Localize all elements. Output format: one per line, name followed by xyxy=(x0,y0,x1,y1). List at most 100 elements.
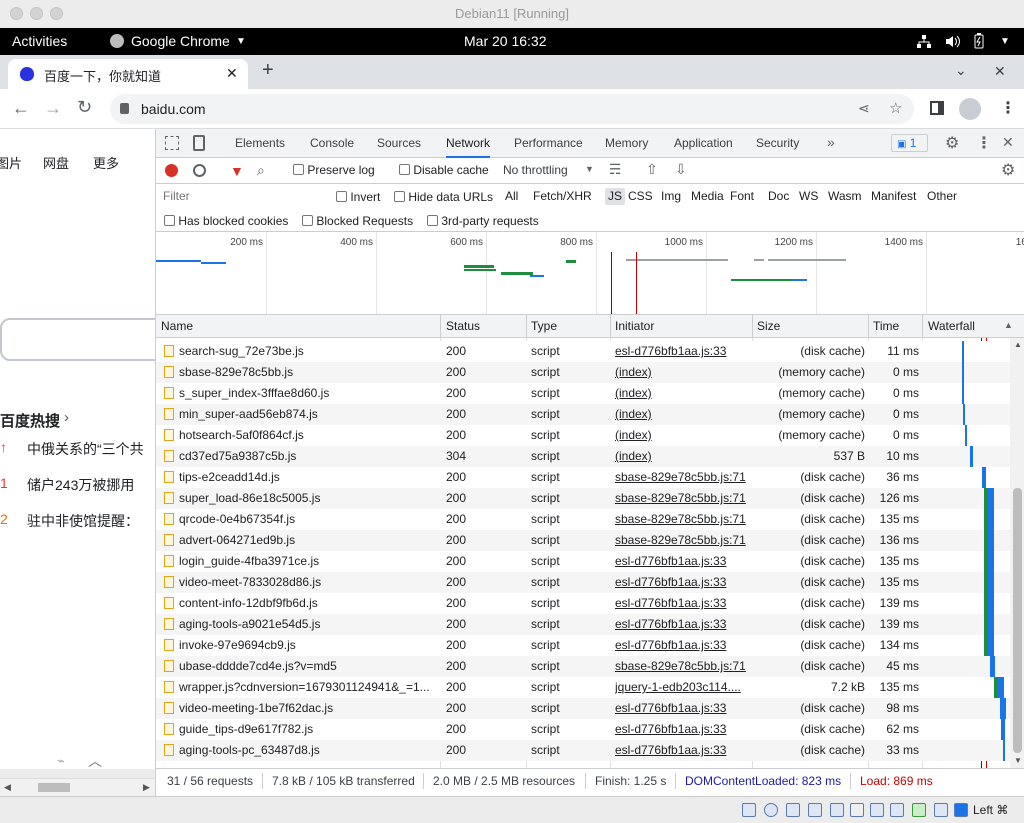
request-name-cell[interactable]: tips-e2ceadd14d.js xyxy=(164,467,438,488)
app-menu[interactable]: Google Chrome xyxy=(131,28,230,55)
request-name-cell[interactable]: s_super_index-3fffae8d60.js xyxy=(164,383,438,404)
request-name[interactable]: guide_tips-d9e617f782.js xyxy=(179,722,313,736)
network-conditions-icon[interactable]: ☴ xyxy=(609,161,622,178)
chevron-right-icon[interactable]: › xyxy=(64,409,69,426)
table-row[interactable]: aging-tools-pc_63487d8.js 200 script esl-d7… xyxy=(156,740,1010,761)
request-initiator[interactable]: esl-d776bfb1aa.js:33 xyxy=(615,572,749,593)
system-menu-chevron-icon[interactable]: ▼ xyxy=(1000,28,1010,55)
request-initiator[interactable]: sbase-829e78c5bb.js:71 xyxy=(615,509,749,530)
disable-cache-box[interactable] xyxy=(399,164,410,175)
accessibility-icon[interactable]: ⌁ xyxy=(57,753,65,769)
type-filter-fetch-xhr[interactable]: Fetch/XHR xyxy=(530,188,595,205)
request-name[interactable]: search-sug_72e73be.js xyxy=(179,344,304,358)
activities-button[interactable]: Activities xyxy=(12,28,67,55)
request-name[interactable]: min_super-aad56eb874.js xyxy=(179,407,318,421)
browser-tab[interactable]: 百度一下，你就知道 ✕ xyxy=(8,59,248,89)
hide-data-urls-box[interactable] xyxy=(394,191,405,202)
type-filter-other[interactable]: Other xyxy=(924,188,960,205)
hot-search-title[interactable]: 百度热搜 xyxy=(0,410,60,431)
export-har-icon[interactable]: ⇩ xyxy=(675,161,687,178)
side-panel-icon[interactable] xyxy=(930,101,944,115)
nav-item-more[interactable]: 更多 xyxy=(93,153,119,172)
request-name-cell[interactable]: login_guide-4fba3971ce.js xyxy=(164,551,438,572)
request-initiator[interactable]: esl-d776bfb1aa.js:33 xyxy=(615,614,749,635)
request-name[interactable]: qrcode-0e4b67354f.js xyxy=(179,512,295,526)
request-name-cell[interactable]: wrapper.js?cdnversion=1679301124941&_=1.… xyxy=(164,677,438,698)
lock-icon[interactable] xyxy=(120,103,129,114)
table-row[interactable]: search-sug_72e73be.js 200 script esl-d776bf… xyxy=(156,341,1010,362)
table-row[interactable]: min_super-aad56eb874.js 200 script (index) (… xyxy=(156,404,1010,425)
disable-cache-checkbox[interactable]: Disable cache xyxy=(399,163,489,177)
scroll-down-icon[interactable]: ▼ xyxy=(1014,756,1022,765)
blocked-cookies-box[interactable] xyxy=(164,215,175,226)
tab-memory[interactable]: Memory xyxy=(605,129,648,158)
col-status[interactable]: Status xyxy=(441,315,480,338)
table-row[interactable]: video-meeting-1be7f62dac.js 200 script esl-… xyxy=(156,698,1010,719)
request-name-cell[interactable]: content-info-12dbf9fb6d.js xyxy=(164,593,438,614)
invert-box[interactable] xyxy=(336,191,347,202)
table-row[interactable]: guide_tips-d9e617f782.js 200 script esl-d77… xyxy=(156,719,1010,740)
tab-elements[interactable]: Elements xyxy=(235,129,285,158)
request-name-cell[interactable]: super_load-86e18c5005.js xyxy=(164,488,438,509)
type-filter-all[interactable]: All xyxy=(502,188,521,205)
request-initiator[interactable]: jquery-1-edb203c114.... xyxy=(615,677,749,698)
request-name[interactable]: aging-tools-a9021e54d5.js xyxy=(179,617,320,631)
scroll-thumb[interactable] xyxy=(38,783,70,792)
request-name-cell[interactable]: min_super-aad56eb874.js xyxy=(164,404,438,425)
request-initiator[interactable]: (index) xyxy=(615,425,749,446)
col-time[interactable]: Time xyxy=(868,315,899,338)
filter-input[interactable] xyxy=(160,187,323,205)
hdd-icon[interactable] xyxy=(742,803,756,817)
col-waterfall[interactable]: Waterfall xyxy=(923,315,975,338)
omnibox[interactable]: baidu.com ⋖ ☆ xyxy=(110,94,914,124)
request-name-cell[interactable]: invoke-97e9694cb9.js xyxy=(164,635,438,656)
clock[interactable]: Mar 20 16:32 xyxy=(464,28,547,55)
request-initiator[interactable]: esl-d776bfb1aa.js:33 xyxy=(615,593,749,614)
mouse-integration-icon[interactable] xyxy=(934,803,948,817)
url-text[interactable]: baidu.com xyxy=(141,101,206,117)
request-initiator[interactable]: sbase-829e78c5bb.js:71 xyxy=(615,467,749,488)
request-name-cell[interactable]: sbase-829e78c5bb.js xyxy=(164,362,438,383)
request-name[interactable]: ubase-dddde7cd4e.js?v=md5 xyxy=(179,659,337,673)
table-row[interactable]: content-info-12dbf9fb6d.js 200 script esl-d… xyxy=(156,593,1010,614)
table-row[interactable]: hotsearch-5af0f864cf.js 200 script (index) (… xyxy=(156,425,1010,446)
request-initiator[interactable]: esl-d776bfb1aa.js:33 xyxy=(615,635,749,656)
network-settings-gear-icon[interactable]: ⚙ xyxy=(1001,160,1015,180)
table-row[interactable]: wrapper.js?cdnversion=1679301124941&_=1.… xyxy=(156,677,1010,698)
request-name[interactable]: super_load-86e18c5005.js xyxy=(179,491,320,505)
table-row[interactable]: tips-e2ceadd14d.js 200 script sbase-829e78c… xyxy=(156,467,1010,488)
request-name-cell[interactable]: guide_tips-d9e617f782.js xyxy=(164,719,438,740)
table-row[interactable]: video-meet-7833028d86.js 200 script esl-d77… xyxy=(156,572,1010,593)
request-name-cell[interactable]: video-meet-7833028d86.js xyxy=(164,572,438,593)
type-filter-js[interactable]: JS xyxy=(605,188,626,205)
inspect-element-icon[interactable] xyxy=(165,136,179,150)
optical-drive-icon[interactable] xyxy=(764,803,778,817)
request-initiator[interactable]: sbase-829e78c5bb.js:71 xyxy=(615,656,749,677)
search-icon[interactable]: ⌕ xyxy=(257,162,265,179)
scroll-left-icon[interactable]: ◀ xyxy=(4,782,11,793)
type-filter-ws[interactable]: WS xyxy=(796,188,821,205)
shared-folders-icon[interactable] xyxy=(850,803,864,817)
usb-icon[interactable] xyxy=(830,803,844,817)
bookmark-star-icon[interactable]: ☆ xyxy=(889,99,902,117)
chrome-menu-icon[interactable]: ⋮ xyxy=(1000,98,1016,118)
request-name[interactable]: sbase-829e78c5bb.js xyxy=(179,365,293,379)
type-filter-img[interactable]: Img xyxy=(658,188,684,205)
cpu-icon[interactable] xyxy=(912,803,926,817)
clear-icon[interactable] xyxy=(193,164,206,177)
network-adapter-icon[interactable] xyxy=(808,803,822,817)
type-filter-doc[interactable]: Doc xyxy=(765,188,792,205)
request-name[interactable]: hotsearch-5af0f864cf.js xyxy=(179,428,304,442)
tab-security[interactable]: Security xyxy=(756,129,799,158)
request-name-cell[interactable]: ubase-dddde7cd4e.js?v=md5 xyxy=(164,656,438,677)
keyboard-capture-icon[interactable] xyxy=(954,803,968,817)
type-filter-media[interactable]: Media xyxy=(688,188,727,205)
type-filter-manifest[interactable]: Manifest xyxy=(868,188,919,205)
col-name[interactable]: Name xyxy=(156,315,193,338)
request-name[interactable]: aging-tools-pc_63487d8.js xyxy=(179,743,320,757)
request-initiator[interactable]: esl-d776bfb1aa.js:33 xyxy=(615,551,749,572)
table-row[interactable]: aging-tools-a9021e54d5.js 200 script esl-d7… xyxy=(156,614,1010,635)
request-initiator[interactable]: (index) xyxy=(615,383,749,404)
throttling-select[interactable]: No throttling xyxy=(503,163,568,177)
request-name[interactable]: video-meet-7833028d86.js xyxy=(179,575,321,589)
